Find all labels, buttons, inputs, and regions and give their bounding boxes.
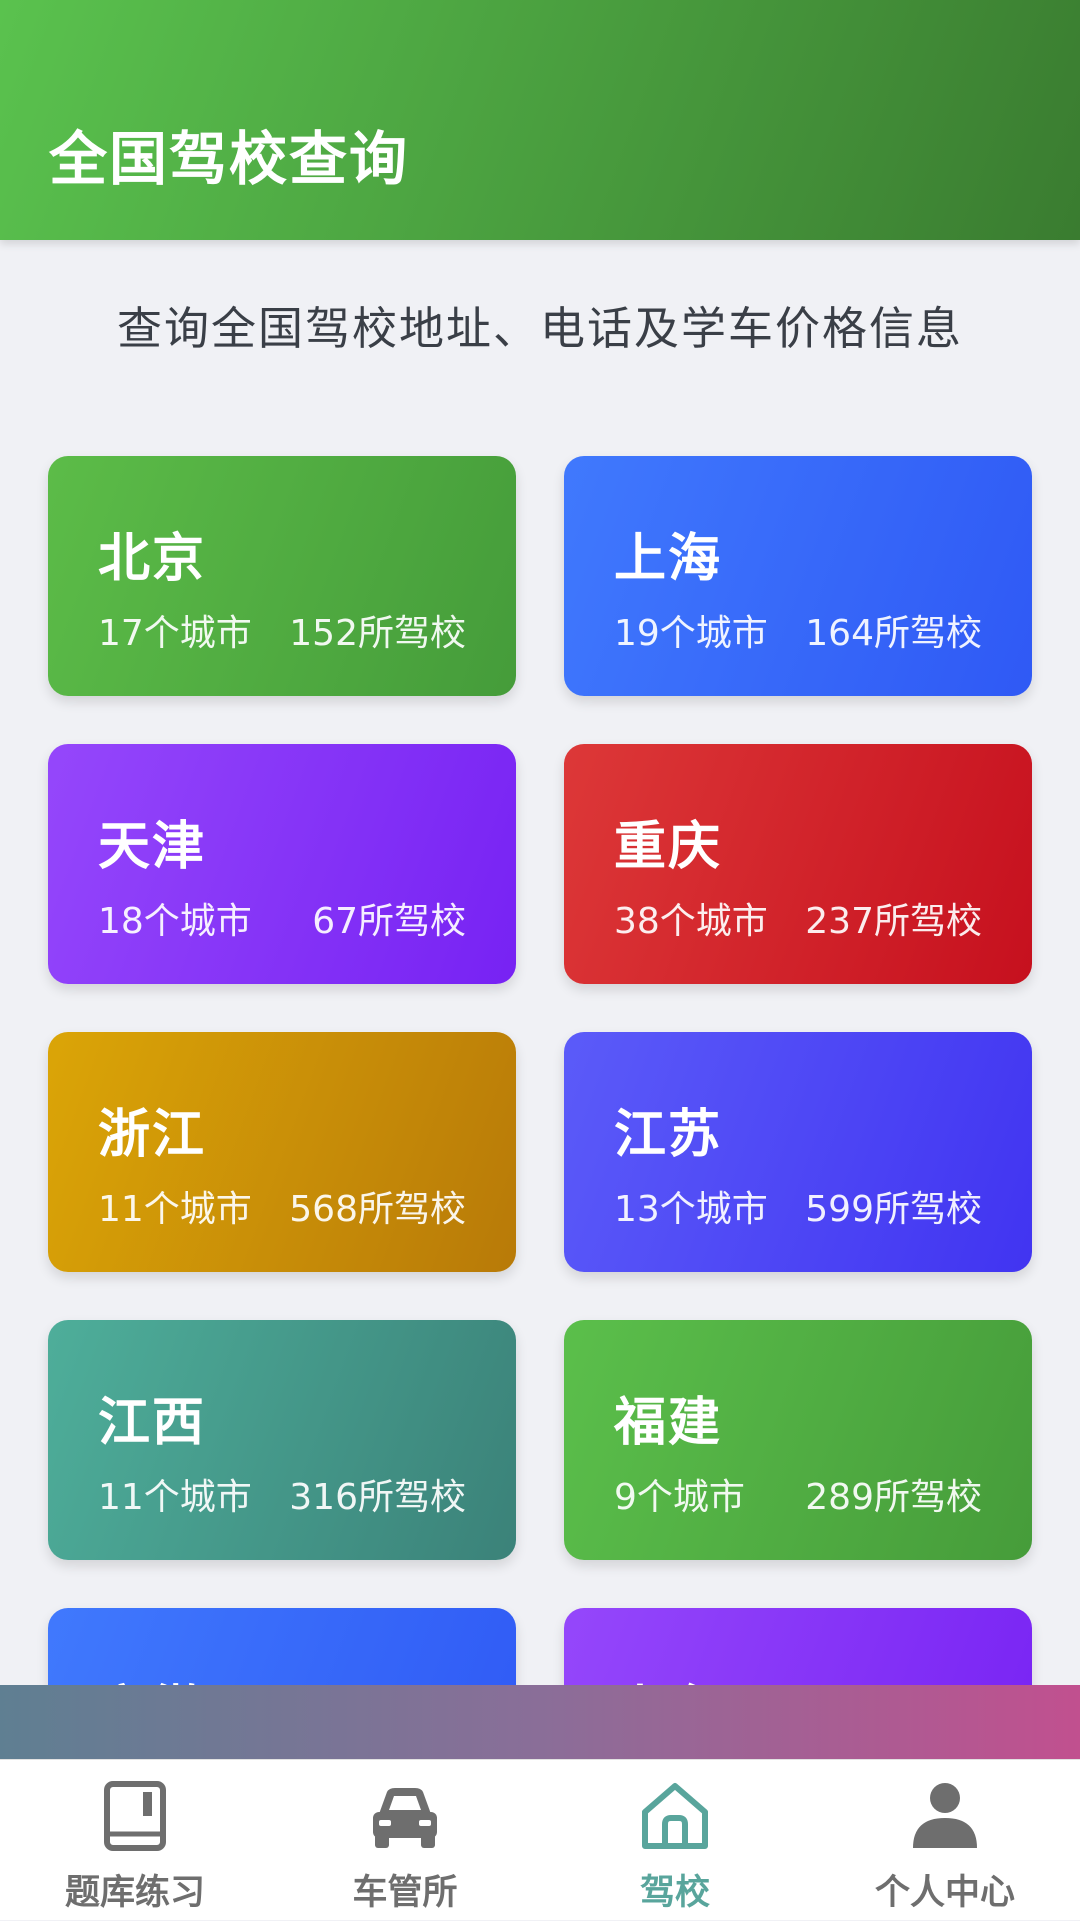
city-count: 11个城市 — [98, 1477, 252, 1518]
school-count: 599所驾校 — [805, 1189, 982, 1230]
tab-label: 驾校 — [639, 1873, 710, 1913]
province-card-anhui[interactable]: 安徽 — [48, 1608, 516, 1685]
school-count: 152所驾校 — [289, 613, 466, 654]
province-name: 江苏 — [614, 1105, 723, 1165]
bottom-overlay-band — [0, 1685, 1080, 1759]
tab-label: 个人中心 — [874, 1873, 1015, 1913]
city-count: 38个城市 — [614, 901, 768, 942]
school-count: 164所驾校 — [805, 613, 982, 654]
tab-label: 车管所 — [352, 1873, 458, 1913]
tab-personal-center[interactable]: 个人中心 — [810, 1760, 1080, 1921]
province-name: 江西 — [98, 1393, 207, 1453]
province-name: 天津 — [98, 817, 207, 877]
province-name: 山东 — [614, 1668, 722, 1685]
province-name: 浙江 — [98, 1105, 207, 1165]
province-name: 安徽 — [98, 1668, 206, 1685]
province-name: 福建 — [614, 1393, 723, 1453]
book-icon — [95, 1776, 175, 1856]
province-card-zhejiang[interactable]: 浙江 11个城市 568所驾校 — [48, 1032, 516, 1272]
school-count: 67所驾校 — [312, 901, 466, 942]
province-card-shandong[interactable]: 山东 — [564, 1608, 1032, 1685]
province-card-fujian[interactable]: 福建 9个城市 289所驾校 — [564, 1320, 1032, 1560]
school-count: 568所驾校 — [289, 1189, 466, 1230]
province-card-beijing[interactable]: 北京 17个城市 152所驾校 — [48, 456, 516, 696]
province-card-jiangxi[interactable]: 江西 11个城市 316所驾校 — [48, 1320, 516, 1560]
city-count: 9个城市 — [614, 1477, 745, 1518]
province-card-tianjin[interactable]: 天津 18个城市 67所驾校 — [48, 744, 516, 984]
city-count: 19个城市 — [614, 613, 768, 654]
city-count: 18个城市 — [98, 901, 252, 942]
tab-vehicle-office[interactable]: 车管所 — [270, 1760, 540, 1921]
bottom-tab-bar: 题库练习 车管所 驾校 个人中心 — [0, 1759, 1080, 1920]
school-count: 316所驾校 — [289, 1477, 466, 1518]
province-card-jiangsu[interactable]: 江苏 13个城市 599所驾校 — [564, 1032, 1032, 1272]
person-icon — [905, 1776, 985, 1856]
province-card-shanghai[interactable]: 上海 19个城市 164所驾校 — [564, 456, 1032, 696]
city-count: 11个城市 — [98, 1189, 252, 1230]
city-count: 13个城市 — [614, 1189, 768, 1230]
province-name: 重庆 — [614, 817, 723, 877]
school-count: 237所驾校 — [805, 901, 982, 942]
page-subtitle: 查询全国驾校地址、电话及学车价格信息 — [116, 302, 963, 355]
province-grid: 查询全国驾校地址、电话及学车价格信息 北京 17个城市 152所驾校 上海 19… — [0, 0, 1080, 1685]
car-icon — [365, 1776, 445, 1856]
province-card-chongqing[interactable]: 重庆 38个城市 237所驾校 — [564, 744, 1032, 984]
city-count: 17个城市 — [98, 613, 252, 654]
tab-label: 题库练习 — [64, 1873, 205, 1913]
tab-question-bank[interactable]: 题库练习 — [0, 1760, 270, 1921]
province-name: 上海 — [614, 529, 723, 589]
province-name: 北京 — [98, 529, 207, 589]
home-icon — [635, 1776, 715, 1856]
tab-driving-school[interactable]: 驾校 — [540, 1760, 810, 1921]
school-count: 289所驾校 — [805, 1477, 982, 1518]
